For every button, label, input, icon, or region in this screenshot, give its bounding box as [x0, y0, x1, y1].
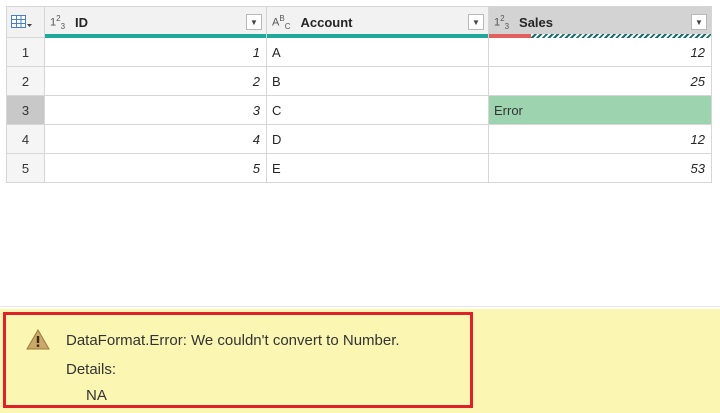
table-menu-button[interactable] — [6, 6, 45, 38]
column-quality-bar — [267, 34, 488, 38]
chevron-down-icon[interactable]: ▼ — [468, 14, 484, 30]
column-name: Account — [300, 14, 353, 30]
table-row: 2 2 B 25 — [6, 66, 712, 96]
sales-cell[interactable]: 25 — [488, 66, 712, 96]
column-name: ID — [75, 14, 89, 30]
column-quality-bar — [489, 34, 711, 38]
row-number[interactable]: 1 — [6, 37, 45, 67]
number-type-icon[interactable]: 123 — [494, 14, 509, 31]
error-message: DataFormat.Error: We couldn't convert to… — [66, 332, 400, 349]
column-quality-bar — [45, 34, 266, 38]
id-cell[interactable]: 4 — [44, 124, 267, 154]
error-quality-segment — [489, 34, 532, 38]
sales-error-cell[interactable]: Error — [488, 95, 712, 125]
id-cell[interactable]: 3 — [44, 95, 267, 125]
account-cell[interactable]: C — [266, 95, 489, 125]
column-header-account[interactable]: ABC Account ▼ — [266, 6, 489, 38]
panel-divider — [0, 306, 720, 307]
column-header-sales[interactable]: 123 Sales ▼ — [488, 6, 712, 38]
table-row: 1 1 A 12 — [6, 37, 712, 67]
data-grid: 123 ID ▼ ABC Account ▼ 123 Sales ▼ 1 1 A… — [6, 6, 712, 183]
sales-cell[interactable]: 12 — [488, 124, 712, 154]
column-name: Sales — [519, 14, 554, 30]
row-number[interactable]: 5 — [6, 153, 45, 183]
sales-cell[interactable]: 53 — [488, 153, 712, 183]
table-row: 3 3 C Error — [6, 95, 712, 125]
chevron-down-icon[interactable]: ▼ — [246, 14, 262, 30]
row-number[interactable]: 2 — [6, 66, 45, 96]
error-details-label: Details: — [66, 361, 117, 378]
number-type-icon[interactable]: 123 — [50, 14, 65, 31]
account-cell[interactable]: B — [266, 66, 489, 96]
table-row: 5 5 E 53 — [6, 153, 712, 183]
text-type-icon[interactable]: ABC — [272, 14, 290, 31]
id-cell[interactable]: 2 — [44, 66, 267, 96]
row-number[interactable]: 3 — [6, 95, 45, 125]
account-cell[interactable]: D — [266, 124, 489, 154]
error-details-panel: DataFormat.Error: We couldn't convert to… — [0, 309, 720, 413]
error-highlight-box: DataFormat.Error: We couldn't convert to… — [3, 312, 473, 408]
sales-cell[interactable]: 12 — [488, 37, 712, 67]
warning-icon — [26, 329, 50, 350]
row-number[interactable]: 4 — [6, 124, 45, 154]
table-row: 4 4 D 12 — [6, 124, 712, 154]
column-header-id[interactable]: 123 ID ▼ — [44, 6, 267, 38]
id-cell[interactable]: 5 — [44, 153, 267, 183]
account-cell[interactable]: A — [266, 37, 489, 67]
error-details-value: NA — [86, 387, 107, 404]
table-icon — [11, 15, 32, 28]
header-row: 123 ID ▼ ABC Account ▼ 123 Sales ▼ — [6, 6, 712, 38]
id-cell[interactable]: 1 — [44, 37, 267, 67]
chevron-down-icon[interactable]: ▼ — [691, 14, 707, 30]
account-cell[interactable]: E — [266, 153, 489, 183]
